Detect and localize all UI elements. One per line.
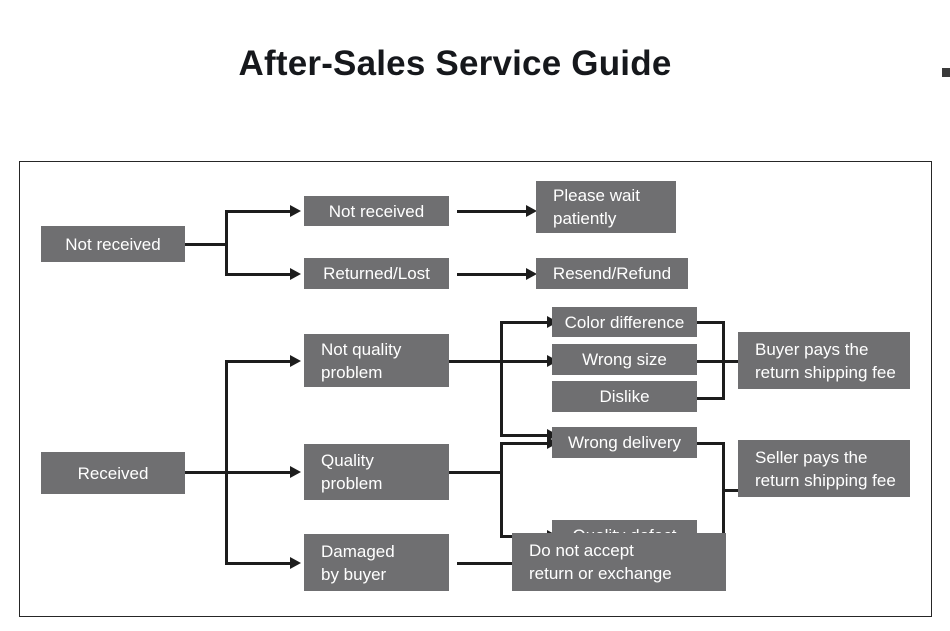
edge-quality-stem (449, 471, 502, 474)
node-not-quality[interactable]: Not quality problem (304, 334, 449, 387)
node-quality-problem[interactable]: Quality problem (304, 444, 449, 500)
edge-notreceived2-to-pleasewait (457, 210, 529, 213)
edge-notquality-to-color (500, 321, 550, 324)
edge-notquality-to-dislike (500, 434, 550, 437)
edge-notquality-stem (449, 360, 502, 363)
edge-notreceived-to-1 (225, 210, 292, 213)
bracket-sellerpays-join (722, 489, 738, 492)
bracket-wrongdelivery-to-sellerpays (697, 442, 724, 445)
node-color-difference[interactable]: Color difference (552, 307, 697, 337)
page-title: After-Sales Service Guide (238, 44, 672, 83)
node-wrong-size[interactable]: Wrong size (552, 344, 697, 375)
bracket-buyerpays-join (722, 360, 738, 363)
edge-received-to-quality (225, 471, 292, 474)
edge-quality-to-wrongdelivery (500, 442, 550, 445)
diagram-frame: Not received Received Not received Retur… (19, 161, 932, 617)
node-please-wait[interactable]: Please wait patiently (536, 181, 676, 233)
edge-notreceived-to-2 (225, 273, 292, 276)
node-not-received-2[interactable]: Not received (304, 196, 449, 226)
node-do-not-accept[interactable]: Do not accept return or exchange (512, 533, 726, 591)
edge-received-bus (225, 360, 228, 564)
edge-returnedlost-to-resend (457, 273, 529, 276)
node-dislike[interactable]: Dislike (552, 381, 697, 412)
edge-received-to-notquality (225, 360, 292, 363)
bracket-color-to-buyerpays (697, 321, 724, 324)
node-wrong-delivery[interactable]: Wrong delivery (552, 427, 697, 458)
arrow-received-to-notquality (290, 355, 301, 367)
node-damaged-by-buyer[interactable]: Damaged by buyer (304, 534, 449, 591)
node-seller-pays[interactable]: Seller pays the return shipping fee (738, 440, 910, 497)
node-resend-refund[interactable]: Resend/Refund (536, 258, 688, 289)
node-received-root[interactable]: Received (41, 452, 185, 494)
arrow-notreceived-to-2 (290, 268, 301, 280)
edge-received-to-damaged (225, 562, 292, 565)
bracket-dislike-to-buyerpays (697, 397, 724, 400)
edge-received-stem (185, 471, 227, 474)
arrow-received-to-quality (290, 466, 301, 478)
node-not-received-root[interactable]: Not received (41, 226, 185, 262)
node-buyer-pays[interactable]: Buyer pays the return shipping fee (738, 332, 910, 389)
arrow-notreceived-to-1 (290, 205, 301, 217)
edge-notreceived-stem (185, 243, 227, 246)
arrow-received-to-damaged (290, 557, 301, 569)
node-returned-lost[interactable]: Returned/Lost (304, 258, 449, 289)
corner-mark (942, 68, 950, 77)
edge-notquality-bus (500, 321, 503, 437)
edge-notreceived-bus (225, 210, 228, 276)
bracket-wrongsize-to-buyerpays (697, 360, 724, 363)
edge-quality-bus (500, 442, 503, 537)
edge-notquality-to-wrongsize (500, 360, 550, 363)
